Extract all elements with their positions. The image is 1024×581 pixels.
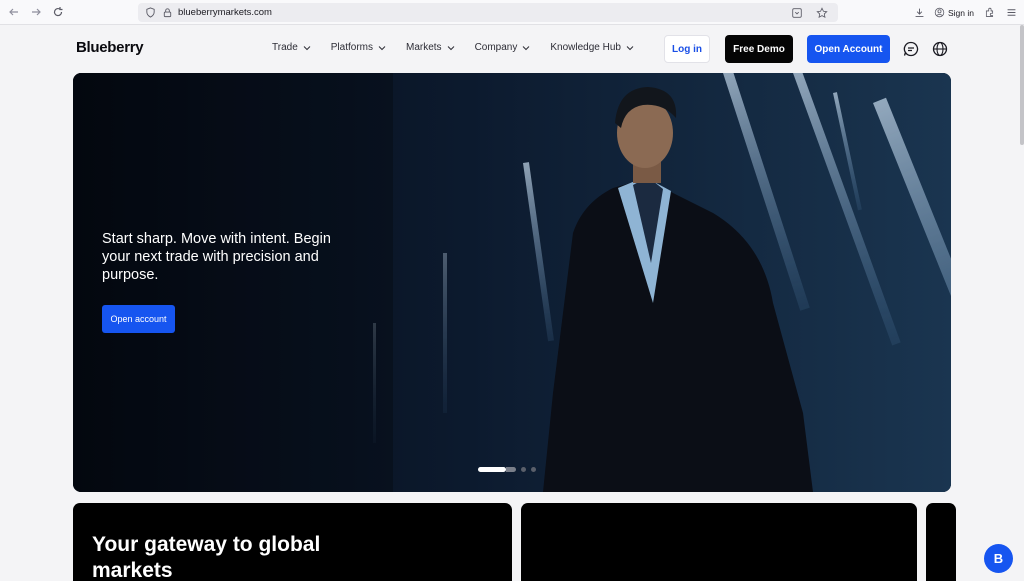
nav-item-label: Markets xyxy=(406,42,442,53)
chevron-down-icon xyxy=(447,45,454,50)
back-icon[interactable] xyxy=(3,1,25,23)
shield-icon[interactable] xyxy=(144,7,156,19)
hero-banner: Start sharp. Move with intent. Begin you… xyxy=(73,73,951,492)
site-header: Blueberry Trade Platforms Markets Compan… xyxy=(0,25,1024,75)
carousel-dot-1[interactable] xyxy=(478,467,506,472)
sign-in-button[interactable]: Sign in xyxy=(934,7,974,18)
open-account-button[interactable]: Open Account xyxy=(807,35,890,63)
reader-view-icon[interactable] xyxy=(790,6,804,20)
chevron-down-icon xyxy=(303,45,311,50)
menu-icon[interactable] xyxy=(1004,6,1018,20)
nav-item-knowledge-hub[interactable]: Knowledge Hub xyxy=(550,42,634,53)
nav-item-label: Trade xyxy=(272,42,298,53)
card-title: Your gateway to global markets xyxy=(92,533,321,581)
lock-icon[interactable] xyxy=(161,7,173,19)
url-bar[interactable]: blueberrymarkets.com xyxy=(138,3,838,22)
chevron-down-icon xyxy=(523,45,530,50)
chevron-down-icon xyxy=(626,45,634,50)
sign-in-label: Sign in xyxy=(948,7,974,18)
hero-open-account-button[interactable]: Open account xyxy=(102,305,175,333)
account-icon xyxy=(934,7,945,18)
bookmark-star-icon[interactable] xyxy=(815,6,829,20)
page-scrollbar[interactable] xyxy=(1020,25,1024,145)
chat-icon[interactable] xyxy=(902,40,920,58)
globe-icon[interactable] xyxy=(931,40,949,58)
feature-card-gateway[interactable]: Your gateway to global markets xyxy=(73,503,512,581)
nav-item-trade[interactable]: Trade xyxy=(272,42,311,53)
carousel-dot-2[interactable] xyxy=(521,467,526,472)
chevron-down-icon xyxy=(378,45,386,50)
chat-widget-button[interactable]: B xyxy=(984,544,1013,573)
feature-card[interactable] xyxy=(521,503,917,581)
nav-item-label: Knowledge Hub xyxy=(550,42,621,53)
nav-item-platforms[interactable]: Platforms xyxy=(331,42,386,53)
login-button[interactable]: Log in xyxy=(664,35,710,63)
main-nav: Trade Platforms Markets Company Knowledg… xyxy=(272,42,634,53)
browser-toolbar: blueberrymarkets.com Sign in xyxy=(0,0,1024,25)
feature-card-partial[interactable] xyxy=(926,503,956,581)
nav-item-markets[interactable]: Markets xyxy=(406,42,455,53)
carousel-dot-3[interactable] xyxy=(531,467,536,472)
free-demo-button[interactable]: Free Demo xyxy=(725,35,793,63)
url-text: blueberrymarkets.com xyxy=(178,7,272,18)
nav-item-label: Platforms xyxy=(330,42,373,53)
forward-icon[interactable] xyxy=(25,1,47,23)
extensions-icon[interactable] xyxy=(982,6,996,20)
carousel-progress xyxy=(506,467,516,472)
hero-headline: Start sharp. Move with intent. Begin you… xyxy=(102,231,331,283)
carousel-indicators xyxy=(478,467,536,472)
reload-icon[interactable] xyxy=(47,1,69,23)
nav-item-label: Company xyxy=(474,42,518,53)
download-icon[interactable] xyxy=(912,6,926,20)
site-logo[interactable]: Blueberry xyxy=(76,39,144,56)
nav-item-company[interactable]: Company xyxy=(475,42,531,53)
